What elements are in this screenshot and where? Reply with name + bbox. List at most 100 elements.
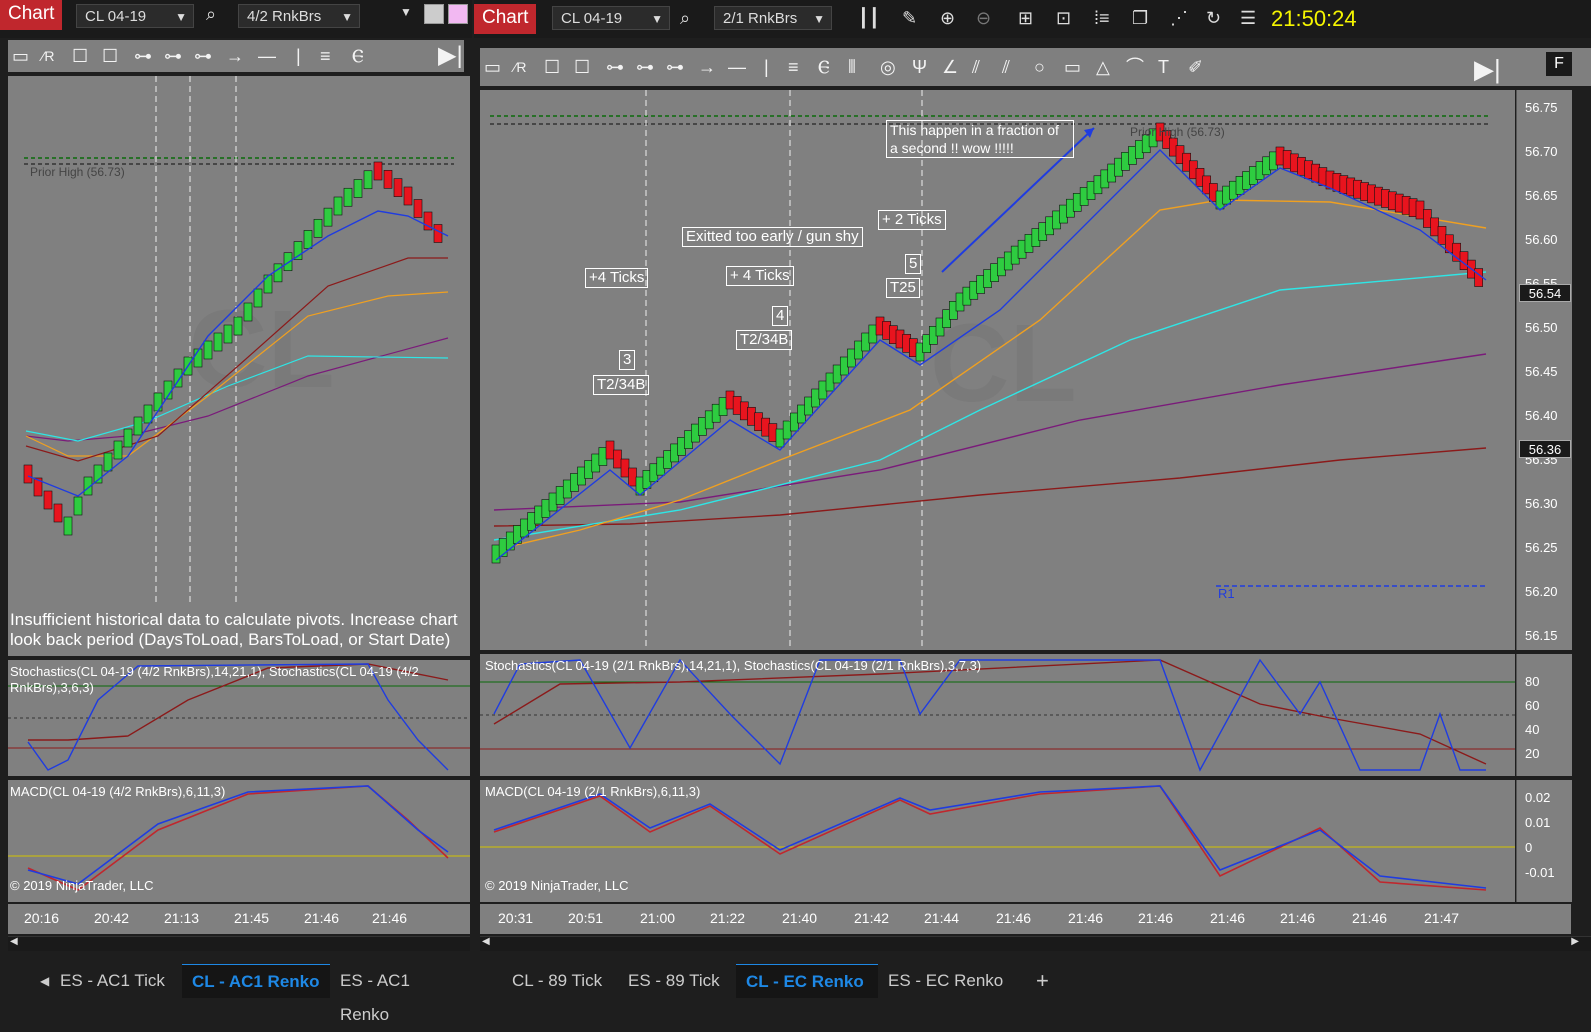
rectangle-icon[interactable]: ☐ [544,55,560,79]
price-tick: 56.50 [1525,320,1558,335]
time-label: 21:42 [854,910,890,926]
annotation-t2-34b-1[interactable]: T2/34B [593,375,650,395]
fibonacci-icon[interactable]: ≡ [788,55,799,79]
regression-channel-icon[interactable]: ⫽ [972,55,980,79]
left-stochastics-panel[interactable]: Stochastics(CL 04-19 (4/2 RnkBrs),14,21,… [8,660,470,776]
rectangle-shape-icon[interactable]: ▭ [1064,55,1081,79]
price-tick: 56.70 [1525,144,1558,159]
extended-line-icon[interactable]: ⊶ [666,55,684,79]
ray-icon[interactable]: ⊶ [636,55,654,79]
scroll-left-icon[interactable]: ◀ [482,936,490,947]
left-chart-menu-button[interactable]: Chart [0,0,63,30]
andrews-pitchfork-icon[interactable]: Ψ [912,55,927,79]
zoom-out-icon[interactable]: ⊖ [976,6,991,30]
ellipse-icon[interactable]: ○ [1034,55,1045,79]
fib-circle-icon[interactable]: ◎ [880,55,896,79]
annotation-plus4-ticks[interactable]: +4 Ticks [585,268,649,288]
annotation-number-3[interactable]: 3 [619,350,636,370]
vertical-line-icon[interactable]: | [296,44,301,68]
risk-reward-icon[interactable]: ⁄R [42,44,54,68]
right-macd-panel[interactable]: MACD(CL 04-19 (2/1 RnkBrs),6,11,3) © 201… [480,780,1515,902]
candle [273,263,283,283]
right-chart-menu-button[interactable]: Chart [474,4,537,34]
crosshair-icon[interactable]: ⊞ [1018,6,1033,30]
left-macd-panel[interactable]: MACD(CL 04-19 (4/2 RnkBrs),6,11,3) © 201… [8,780,470,902]
search-icon[interactable]: ⌕ [680,6,690,30]
arc-icon[interactable]: ⌒ [1126,55,1144,79]
zoom-in-icon[interactable]: ⊕ [940,6,955,30]
annotation-fraction-of-second[interactable]: This happen in a fraction of a second !!… [886,120,1074,158]
time-cycles-icon[interactable]: ⦀ [848,55,856,79]
annotation-t2-34b-2[interactable]: T2/34B [736,330,793,350]
fib-extension-icon[interactable]: Ⲉ [352,44,364,68]
vertical-line-icon[interactable]: | [764,55,769,79]
scroll-left-icon[interactable]: ◀ [10,936,18,947]
ray-icon[interactable]: ⊶ [164,44,182,68]
marker-icon[interactable]: ✐ [1188,55,1203,79]
left-scrollbar[interactable]: ◀ [8,936,470,951]
text-icon[interactable]: T [1158,55,1169,79]
ruler-icon[interactable]: ▭ [484,55,501,79]
list-icon[interactable]: ☰ [1240,6,1256,30]
scroll-end-icon[interactable]: ▶| [438,44,463,68]
annotation-number-4[interactable]: 4 [772,306,789,326]
tab-es-89-tick[interactable]: ES - 89 Tick [618,964,730,998]
time-label: 20:51 [568,910,604,926]
fibonacci-icon[interactable]: ≡ [320,44,331,68]
refresh-icon[interactable]: ↻ [1206,6,1221,30]
right-price-axis[interactable]: 56.75 56.70 56.65 56.60 56.55 56.50 56.4… [1516,90,1572,650]
region-icon[interactable]: ☐ [574,55,590,79]
annotation-plus2-ticks[interactable]: + 2 Ticks [878,210,946,230]
annotation-plus4-ticks-2[interactable]: + 4 Ticks [726,266,794,286]
templates-icon[interactable]: ❐ [1132,6,1148,30]
candle [747,406,756,426]
left-price-panel[interactable]: CL Prior High (56.73) Insufficient histo… [8,76,470,656]
right-bartype-selector[interactable]: 2/1 RnkBrs ▼ [714,6,832,30]
add-tab-button[interactable]: + [1026,964,1059,998]
gann-fan-icon[interactable]: ∠ [942,55,958,79]
tab-cl-ac1-renko[interactable]: CL - AC1 Renko [182,964,330,998]
horizontal-line-icon[interactable]: — [258,44,276,68]
color-swatch-icon[interactable] [448,4,468,24]
chevron-down-icon[interactable]: ▼ [400,0,412,24]
tab-cl-89-tick[interactable]: CL - 89 Tick [502,964,612,998]
tab-es-ac1-renko[interactable]: ES - AC1 Renko [330,964,472,1024]
arrow-line-icon[interactable]: → [226,44,244,68]
right-stochastics-panel[interactable]: Stochastics(CL 04-19 (2/1 RnkBrs),14,21,… [480,654,1515,776]
search-icon[interactable]: ⌕ [206,2,216,26]
right-price-panel[interactable]: CL Prior High (56.73) R1 +4 Ticks 3 T2/3… [480,90,1515,650]
ruler-icon[interactable]: ▭ [12,44,29,68]
properties-icon[interactable]: ⁞≡ [1094,6,1110,30]
tab-cl-ec-renko[interactable]: CL - EC Renko [736,964,878,998]
line-icon[interactable]: ⊶ [606,55,624,79]
time-label: 21:46 [372,910,408,926]
arrow-line-icon[interactable]: → [698,55,716,79]
candle [562,479,572,499]
trend-channel-icon[interactable]: ⫽ [1002,55,1010,79]
annotation-exited-early[interactable]: Exitted too early / gun shy [682,227,863,247]
annotation-t25[interactable]: T25 [886,278,920,298]
strategies-icon[interactable]: ⋰ [1170,6,1188,30]
pencil-icon[interactable]: ✎ [902,6,917,30]
scroll-right-icon[interactable]: ▶ [1571,936,1579,947]
left-instrument-selector[interactable]: CL 04-19 ▼ [76,4,194,28]
tab-es-ac1-tick[interactable]: ES - AC1 Tick [50,964,175,998]
scroll-end-icon[interactable]: ▶| [1474,56,1501,82]
risk-reward-icon[interactable]: ⁄R [514,55,526,79]
data-box-icon[interactable]: ⊡ [1056,6,1071,30]
window-restore-icon[interactable] [424,4,444,24]
fib-extension-icon[interactable]: Ⲉ [818,55,830,79]
region-icon[interactable]: ☐ [102,44,118,68]
rectangle-icon[interactable]: ☐ [72,44,88,68]
extended-line-icon[interactable]: ⊶ [194,44,212,68]
right-side-button[interactable]: F [1546,52,1572,76]
annotation-number-5[interactable]: 5 [905,254,922,274]
right-instrument-selector[interactable]: CL 04-19 ▼ [552,6,670,30]
horizontal-line-icon[interactable]: — [728,55,746,79]
bar-style-icon[interactable]: ┃┃ [858,6,880,30]
left-bartype-selector[interactable]: 4/2 RnkBrs ▼ [238,4,360,28]
right-scrollbar[interactable]: ◀ ▶ [480,936,1591,951]
triangle-icon[interactable]: △ [1096,55,1110,79]
line-icon[interactable]: ⊶ [134,44,152,68]
tab-es-ec-renko[interactable]: ES - EC Renko [878,964,1013,998]
